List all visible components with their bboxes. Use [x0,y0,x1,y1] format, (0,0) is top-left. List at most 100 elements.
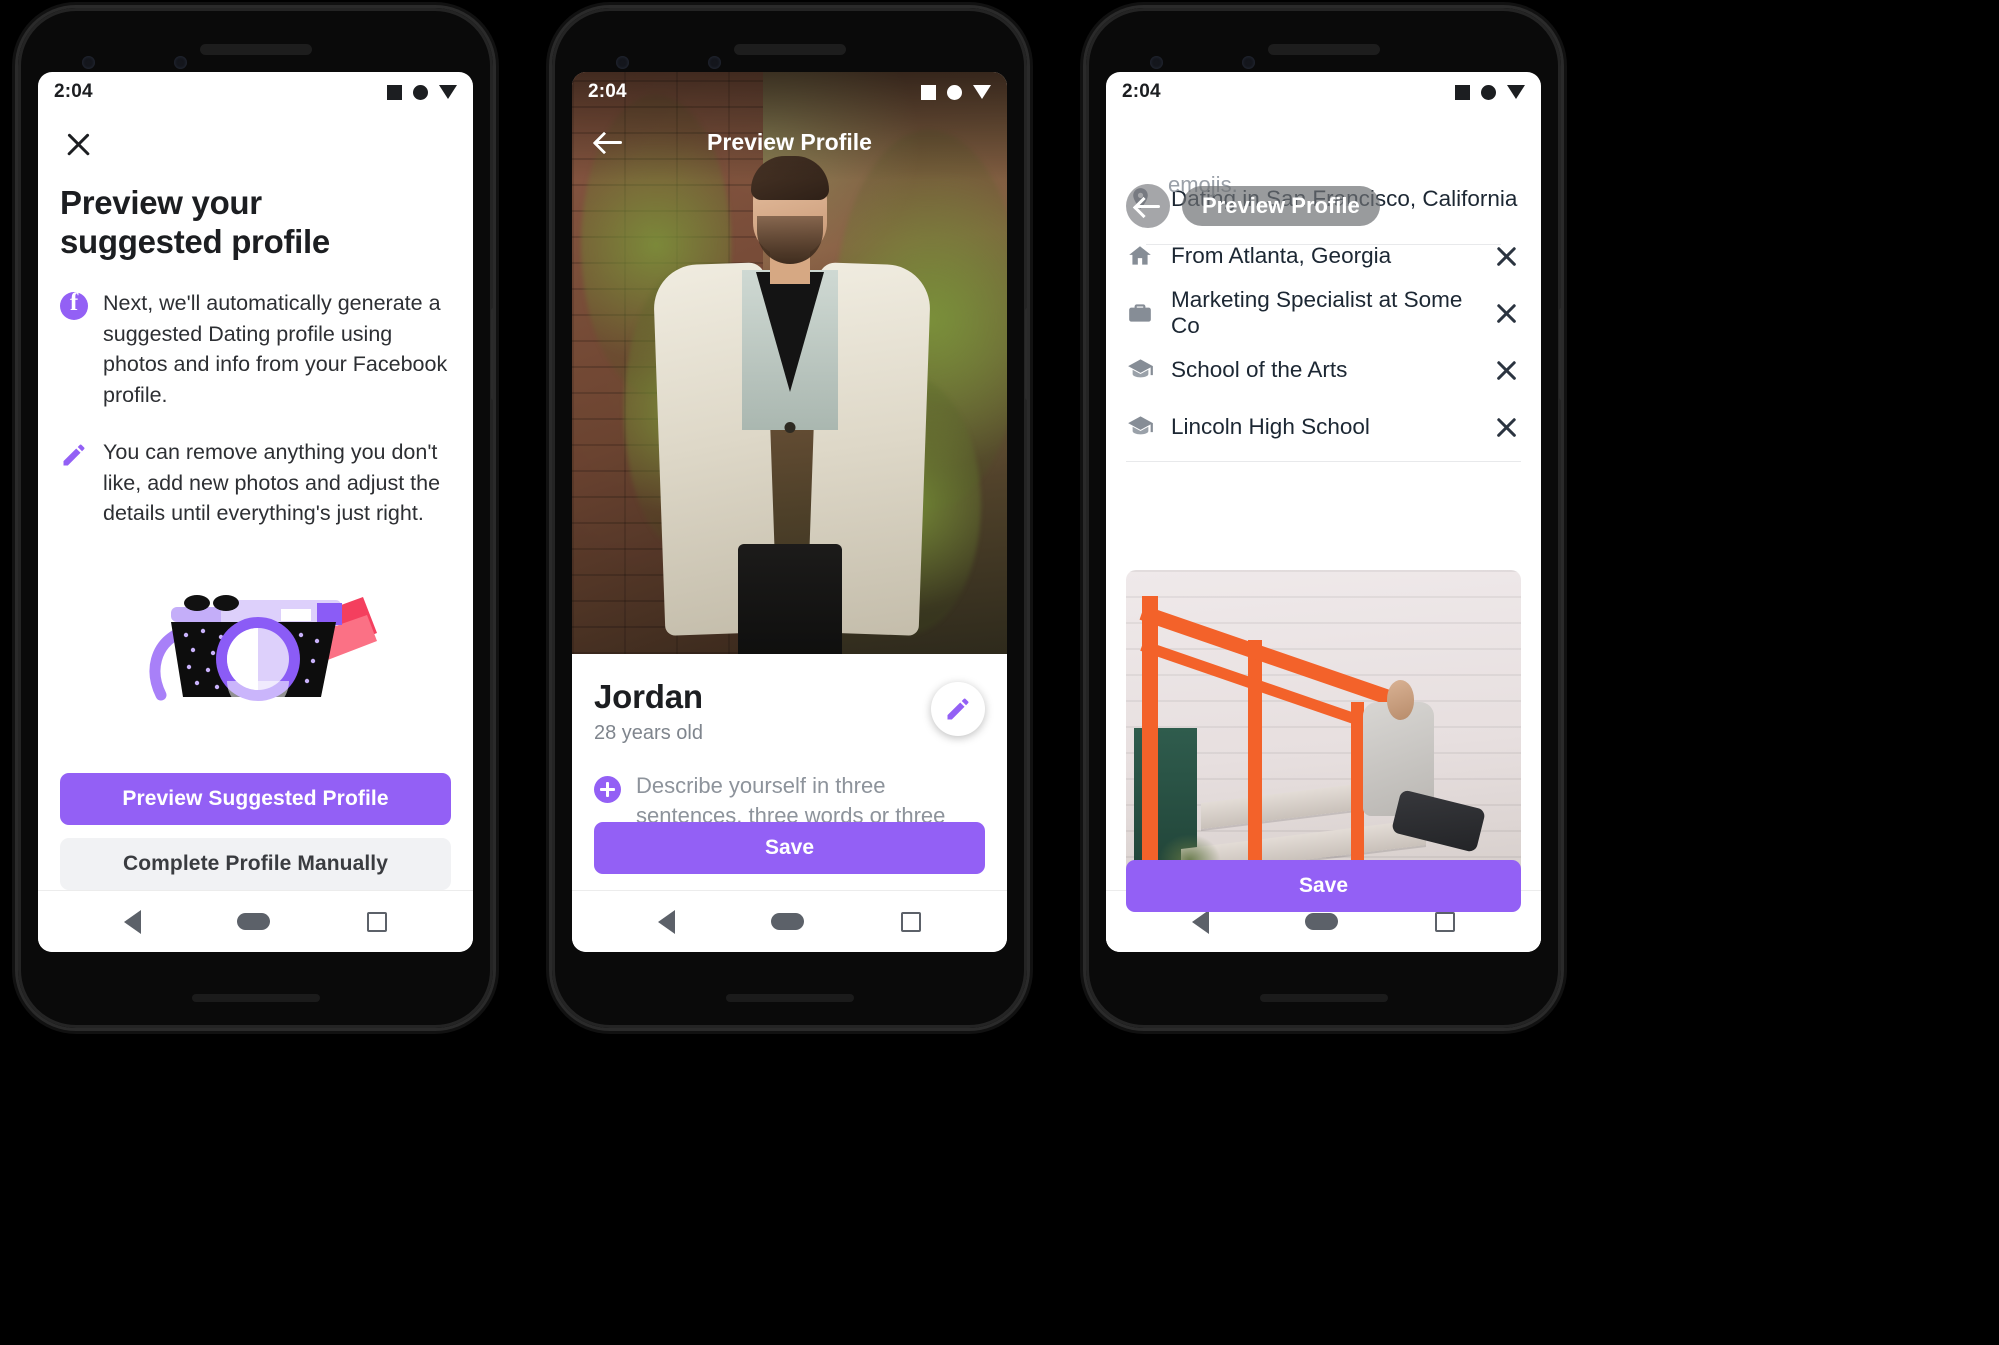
preview-suggested-profile-button[interactable]: Preview Suggested Profile [60,773,451,825]
back-triangle-icon[interactable] [124,909,142,934]
front-camera-icon-1a [82,56,95,69]
status-circle-icon-1 [413,84,428,100]
status-icons-2 [921,84,991,100]
back-triangle-icon[interactable] [658,909,676,934]
earpiece-speaker-1 [199,44,312,55]
front-camera-icon-2b [708,56,721,69]
remove-icon[interactable] [1491,355,1521,385]
status-bar-1: 2:04 [38,72,473,112]
recents-square-icon[interactable] [900,911,921,932]
plus-icon [594,776,621,803]
phone-device-2: 2:04 Preview Profile Jordan 28 years old [552,8,1027,1028]
profile-person-photo [652,154,931,654]
list-item-label: Marketing Specialist at Some Co [1171,286,1463,338]
list-item[interactable]: Lincoln High School [1126,398,1521,455]
status-triangle-icon-1 [439,85,457,99]
remove-icon[interactable] [1491,298,1521,328]
page-title: Preview your suggested profile [60,184,330,260]
front-camera-icon-1b [174,56,187,69]
facebook-icon [60,288,88,410]
bullet-edit-text: You can remove anything you don't like, … [103,440,441,526]
android-nav-bar-1 [38,890,473,952]
graduation-cap-icon [1126,413,1154,440]
status-triangle-icon-3 [1507,85,1525,99]
list-divider [1126,461,1521,462]
earpiece-speaker-2 [733,44,846,55]
status-icons-1 [387,84,457,100]
header-title: Preview Profile [707,128,872,155]
close-icon[interactable] [60,126,96,162]
header-title: Preview Profile [1182,186,1380,226]
name-row: Jordan 28 years old [594,678,985,745]
onboarding-screen-body: Preview your suggested profile Next, we'… [38,126,473,952]
power-button-3[interactable] [1559,308,1561,400]
recents-square-icon[interactable] [366,911,387,932]
power-button-1[interactable] [491,308,493,400]
status-time-1: 2:04 [54,81,93,102]
remove-icon[interactable] [1491,412,1521,442]
phone-device-3: 2:04 emojis. Preview Profile California … [1086,8,1561,1028]
name-block: Jordan 28 years old [594,678,703,745]
graduation-cap-icon [1126,356,1154,383]
list-item-label: From Atlanta, Georgia [1171,242,1392,268]
status-square-icon-1 [387,84,402,100]
front-camera-icon-2a [616,56,629,69]
home-pill-icon[interactable] [771,913,805,930]
phone-screen-2: 2:04 Preview Profile Jordan 28 years old [572,72,1007,952]
complete-profile-manually-button[interactable]: Complete Profile Manually [60,838,451,890]
earpiece-speaker-3 [1267,44,1380,55]
phone-chin-bar-2 [725,994,854,1002]
floating-header: Preview Profile [1126,184,1521,228]
status-square-icon-3 [1455,84,1470,100]
status-bar-3: 2:04 [1106,72,1541,112]
status-icons-3 [1455,84,1525,100]
list-item-label: Lincoln High School [1171,413,1370,439]
arrow-left-icon[interactable] [594,127,624,157]
pencil-icon [60,437,88,529]
pencil-icon [947,698,969,720]
back-triangle-icon[interactable] [1192,909,1210,934]
phone-chin-bar-1 [191,994,320,1002]
briefcase-icon [1126,300,1154,326]
phone-screen-3: 2:04 emojis. Preview Profile California … [1106,72,1541,952]
profile-info-card: Jordan 28 years old Describe yourself in… [572,654,1007,890]
bullet-facebook: Next, we'll automatically generate a sug… [60,288,451,410]
bullet-facebook-text: Next, we'll automatically generate a sug… [103,291,448,407]
bullet-edit: You can remove anything you don't like, … [60,437,451,529]
android-nav-bar-2 [572,890,1007,952]
front-camera-icon-3a [1150,56,1163,69]
list-item-label: School of the Arts [1171,356,1348,382]
camera-photos-illustration [149,594,377,710]
person-age: 28 years old [594,722,703,744]
phone-chin-bar-3 [1259,994,1388,1002]
home-icon [1126,243,1154,269]
remove-icon[interactable] [1491,241,1521,271]
status-time-2: 2:04 [588,81,627,102]
list-item[interactable]: School of the Arts [1126,341,1521,398]
home-pill-icon[interactable] [237,913,271,930]
status-triangle-icon-2 [973,85,991,99]
phone-screen-1: 2:04 Preview your suggested profile Next… [38,72,473,952]
person-name: Jordan [594,678,703,715]
status-circle-icon-3 [1481,84,1496,100]
save-button[interactable]: Save [1126,860,1521,912]
screenshot-stage: 2:04 Preview your suggested profile Next… [0,0,1999,1345]
status-square-icon-2 [921,84,936,100]
status-bar-2: 2:04 [572,72,1007,112]
status-time-3: 2:04 [1122,81,1161,102]
front-camera-icon-3b [1242,56,1255,69]
save-button[interactable]: Save [594,822,985,874]
profile-details-screen: emojis. Preview Profile Dating in San Fr… [1106,170,1541,952]
list-item[interactable]: From Atlanta, Georgia [1126,227,1521,284]
phone-device-1: 2:04 Preview your suggested profile Next… [18,8,493,1028]
header-divider [1146,244,1501,245]
status-circle-icon-2 [947,84,962,100]
onboarding-actions: Preview Suggested Profile Complete Profi… [60,773,451,890]
preview-profile-header: Preview Profile [572,116,1007,168]
recents-square-icon[interactable] [1434,911,1455,932]
arrow-left-icon[interactable] [1126,184,1170,228]
edit-profile-button[interactable] [931,682,985,736]
home-pill-icon[interactable] [1305,913,1339,930]
list-item[interactable]: Marketing Specialist at Some Co [1126,284,1521,341]
power-button-2[interactable] [1025,308,1027,400]
